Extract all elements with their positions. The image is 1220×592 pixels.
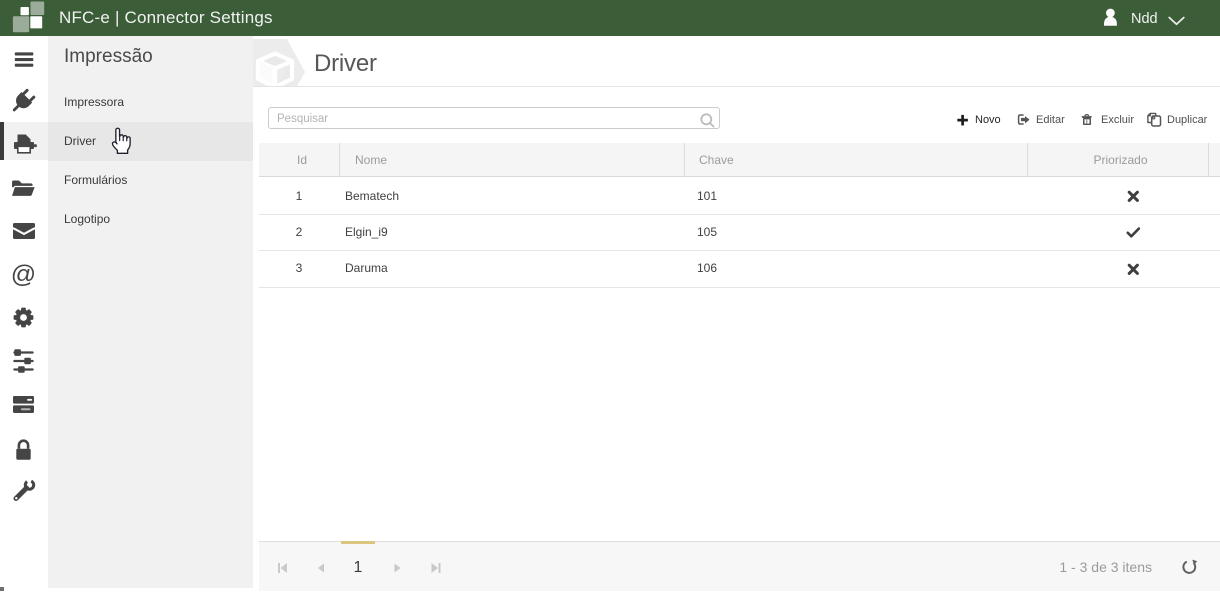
svg-text:@: @ xyxy=(11,261,36,289)
